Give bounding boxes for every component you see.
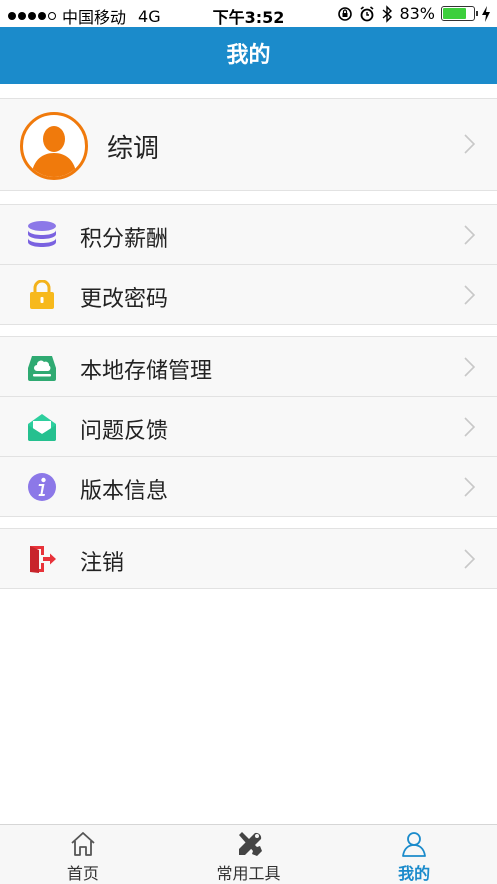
chevron-right-icon [464,134,475,154]
avatar [20,112,88,180]
menu-item-points-salary[interactable]: 积分薪酬 [0,205,497,264]
storage-icon [28,356,56,381]
menu-group-app: 本地存储管理 问题反馈 版本信息 [0,336,497,517]
battery-level [443,8,467,19]
chevron-right-icon [464,477,475,497]
user-silhouette-icon [31,126,77,177]
menu-item-local-storage[interactable]: 本地存储管理 [0,337,497,396]
charging-icon [482,5,490,22]
nav-bar: 我的 [0,27,497,84]
lock-icon [30,280,54,309]
menu-group-account: 积分薪酬 更改密码 [0,204,497,325]
logout-icon [30,546,56,573]
menu-item-change-password[interactable]: 更改密码 [0,264,497,324]
profile-row[interactable]: 综调 [0,98,497,191]
menu-label: 注销 [80,551,125,576]
tab-mine[interactable]: 我的 [331,825,497,884]
battery-icon [441,6,478,21]
envelope-icon [28,414,56,441]
tab-label: 常用工具 [216,864,281,883]
status-bar: 中国移动 4G 下午3:52 83% [0,0,497,27]
bluetooth-icon [382,4,393,23]
chevron-right-icon [464,225,475,245]
page-title: 我的 [226,43,271,68]
tab-bar: 首页 常用工具 我的 [0,824,497,884]
battery-percent: 83% [399,4,435,23]
menu-label: 问题反馈 [80,419,169,444]
user-icon [402,832,427,857]
menu-label: 积分薪酬 [80,227,169,252]
chevron-right-icon [464,417,475,437]
chevron-right-icon [464,357,475,377]
tab-label: 首页 [66,864,99,883]
tools-icon [238,832,262,856]
menu-label: 本地存储管理 [80,359,213,384]
home-icon [71,832,95,856]
chevron-right-icon [464,285,475,305]
coins-stack-icon [28,221,56,247]
menu-item-feedback[interactable]: 问题反馈 [0,396,497,456]
menu-label: 版本信息 [80,479,169,504]
menu-item-logout[interactable]: 注销 [0,529,497,588]
tab-label: 我的 [398,864,431,883]
info-icon [28,473,56,501]
alarm-icon [360,5,374,21]
status-right: 83% [337,4,491,23]
tab-home[interactable]: 首页 [0,825,166,884]
rotation-lock-icon [338,6,353,21]
menu-item-version-info[interactable]: 版本信息 [0,456,497,516]
profile-name: 综调 [107,134,160,164]
menu-label: 更改密码 [80,287,169,312]
content: 综调 积分薪酬 更改密码 本地存储管理 问题反馈 版本信息 注销 [0,84,497,824]
menu-group-logout: 注销 [0,528,497,589]
chevron-right-icon [464,549,475,569]
tab-tools[interactable]: 常用工具 [166,825,332,884]
